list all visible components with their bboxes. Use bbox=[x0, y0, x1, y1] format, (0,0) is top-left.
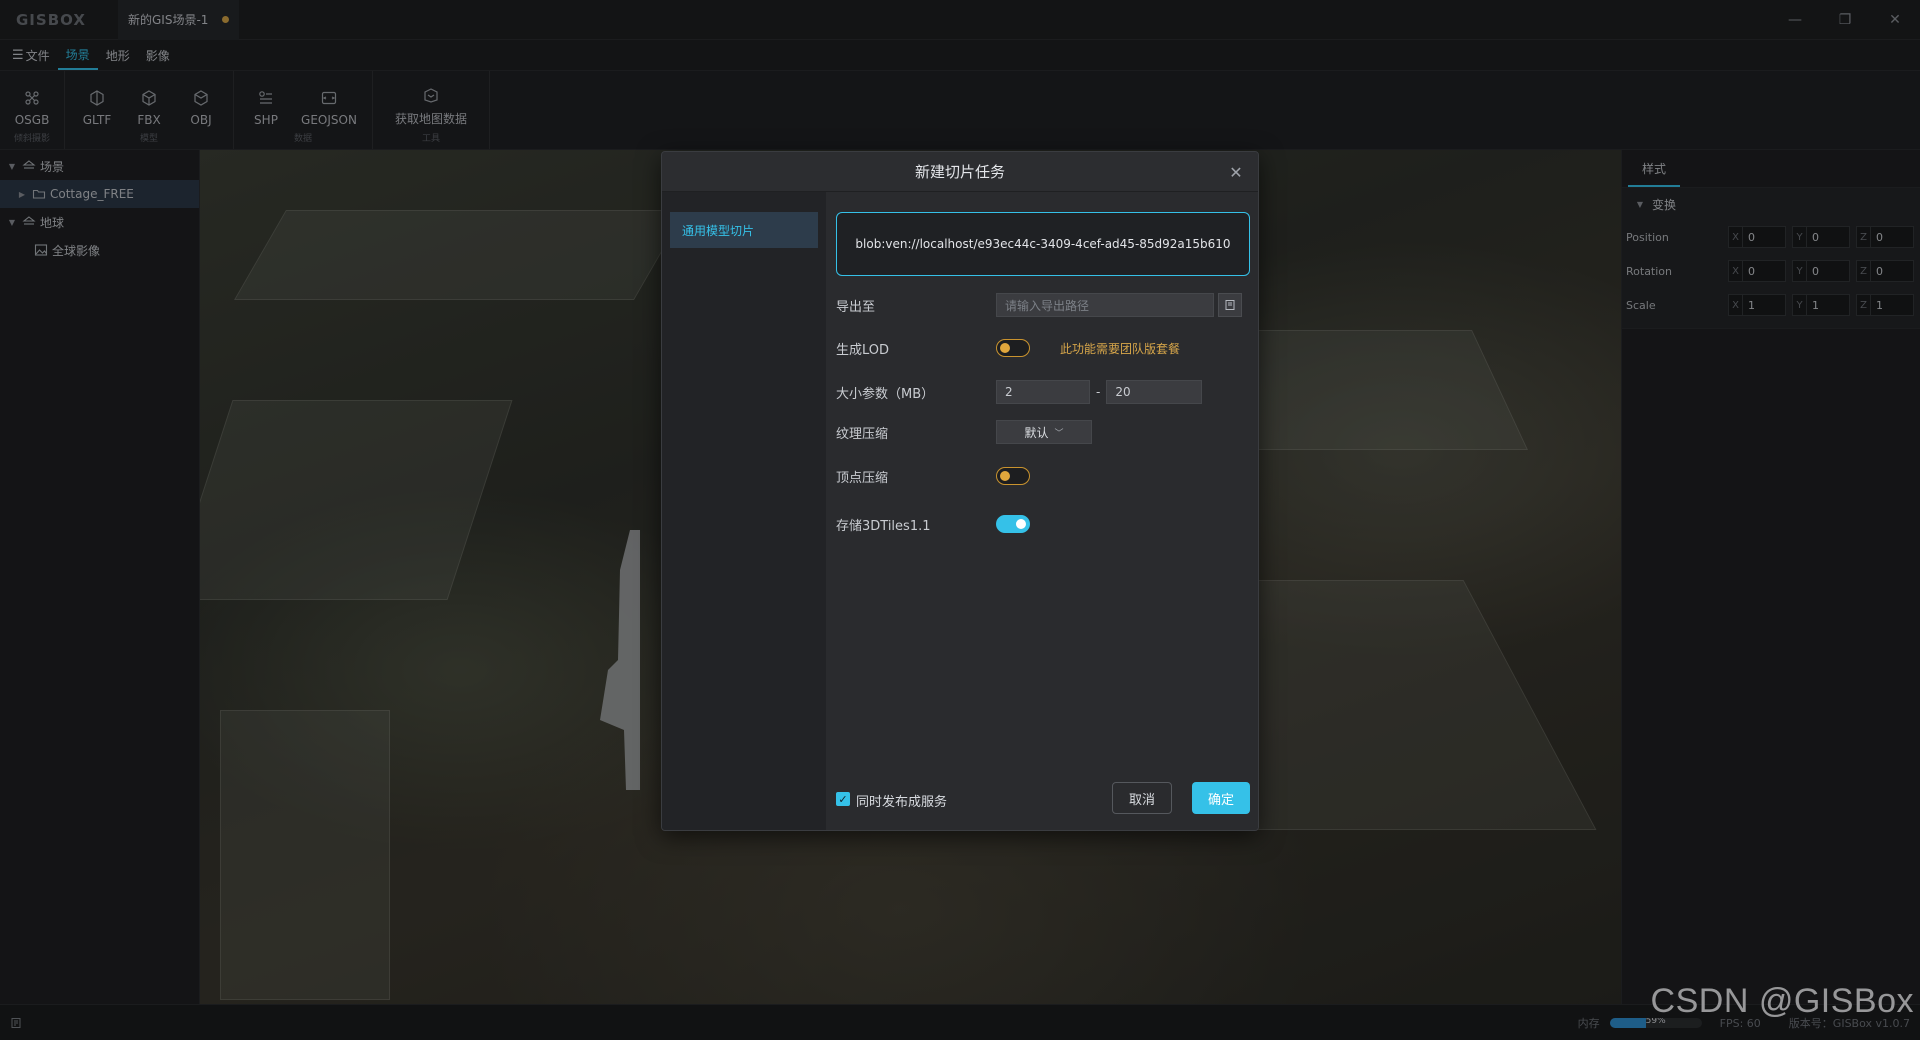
dialog-close-button[interactable]: ✕ bbox=[1226, 162, 1246, 182]
toggle-knob bbox=[1000, 471, 1010, 481]
store-3dtiles-row: 存储3DTiles1.1 bbox=[836, 511, 1250, 537]
texture-label: 纹理压缩 bbox=[836, 426, 889, 442]
dialog-form: blob:ven://localhost/e93ec44c-3409-4cef-… bbox=[826, 192, 1258, 830]
browse-folder-button[interactable] bbox=[1218, 293, 1242, 317]
texture-compression-select[interactable]: 默认 ﹀ bbox=[996, 420, 1092, 444]
lod-warning-text: 此功能需要团队版套餐 bbox=[1060, 341, 1181, 356]
vertex-row: 顶点压缩 bbox=[836, 463, 1250, 489]
lod-label: 生成LOD bbox=[836, 342, 890, 358]
sidebar-item-general-model-tiling[interactable]: 通用模型切片 bbox=[670, 212, 818, 248]
toggle-knob bbox=[1016, 519, 1026, 529]
publish-service-checkbox[interactable]: ✓ bbox=[836, 792, 850, 806]
size-row: 大小参数（MB） 2 - 20 bbox=[836, 379, 1250, 405]
gisbox-app: GISBOX 新的GIS场景-1 — ❐ ✕ ☰ 文件 场景 地形 影像 OSG… bbox=[0, 0, 1920, 1040]
file-icon bbox=[1225, 300, 1235, 310]
dialog-sidebar: 通用模型切片 bbox=[662, 192, 826, 830]
chevron-down-icon: ﹀ bbox=[1054, 428, 1064, 439]
texture-row: 纹理压缩 默认 ﹀ bbox=[836, 419, 1250, 445]
dialog-footer: ✓ 同时发布成服务 取消 确定 bbox=[826, 768, 1258, 830]
export-path-input[interactable]: 请输入导出路径 bbox=[996, 293, 1214, 317]
dialog-title: 新建切片任务 bbox=[914, 163, 1005, 181]
new-tiling-task-dialog: 新建切片任务 ✕ 通用模型切片 blob:ven://localhost/e93… bbox=[661, 151, 1259, 831]
cancel-button[interactable]: 取消 bbox=[1112, 782, 1172, 814]
export-row: 导出至 请输入导出路径 bbox=[836, 292, 1250, 318]
lod-toggle[interactable] bbox=[996, 339, 1030, 357]
close-icon: ✕ bbox=[1229, 162, 1243, 182]
vertex-compression-toggle[interactable] bbox=[996, 467, 1030, 485]
size-separator: - bbox=[1096, 385, 1101, 399]
store-3dtiles-label: 存储3DTiles1.1 bbox=[836, 518, 931, 534]
store-3dtiles-toggle[interactable] bbox=[996, 515, 1030, 533]
export-label: 导出至 bbox=[836, 299, 876, 315]
size-min-input[interactable]: 2 bbox=[996, 380, 1090, 404]
texture-compression-value: 默认 bbox=[1024, 425, 1049, 440]
dialog-header: 新建切片任务 ✕ bbox=[662, 152, 1258, 192]
size-max-input[interactable]: 20 bbox=[1106, 380, 1203, 404]
lod-row: 生成LOD 此功能需要团队版套餐 bbox=[836, 335, 1250, 361]
vertex-label: 顶点压缩 bbox=[836, 470, 889, 486]
size-label: 大小参数（MB） bbox=[836, 386, 935, 402]
toggle-knob bbox=[1000, 343, 1010, 353]
source-url-display[interactable]: blob:ven://localhost/e93ec44c-3409-4cef-… bbox=[836, 212, 1250, 276]
publish-service-label: 同时发布成服务 bbox=[856, 795, 948, 810]
confirm-button[interactable]: 确定 bbox=[1192, 782, 1250, 814]
